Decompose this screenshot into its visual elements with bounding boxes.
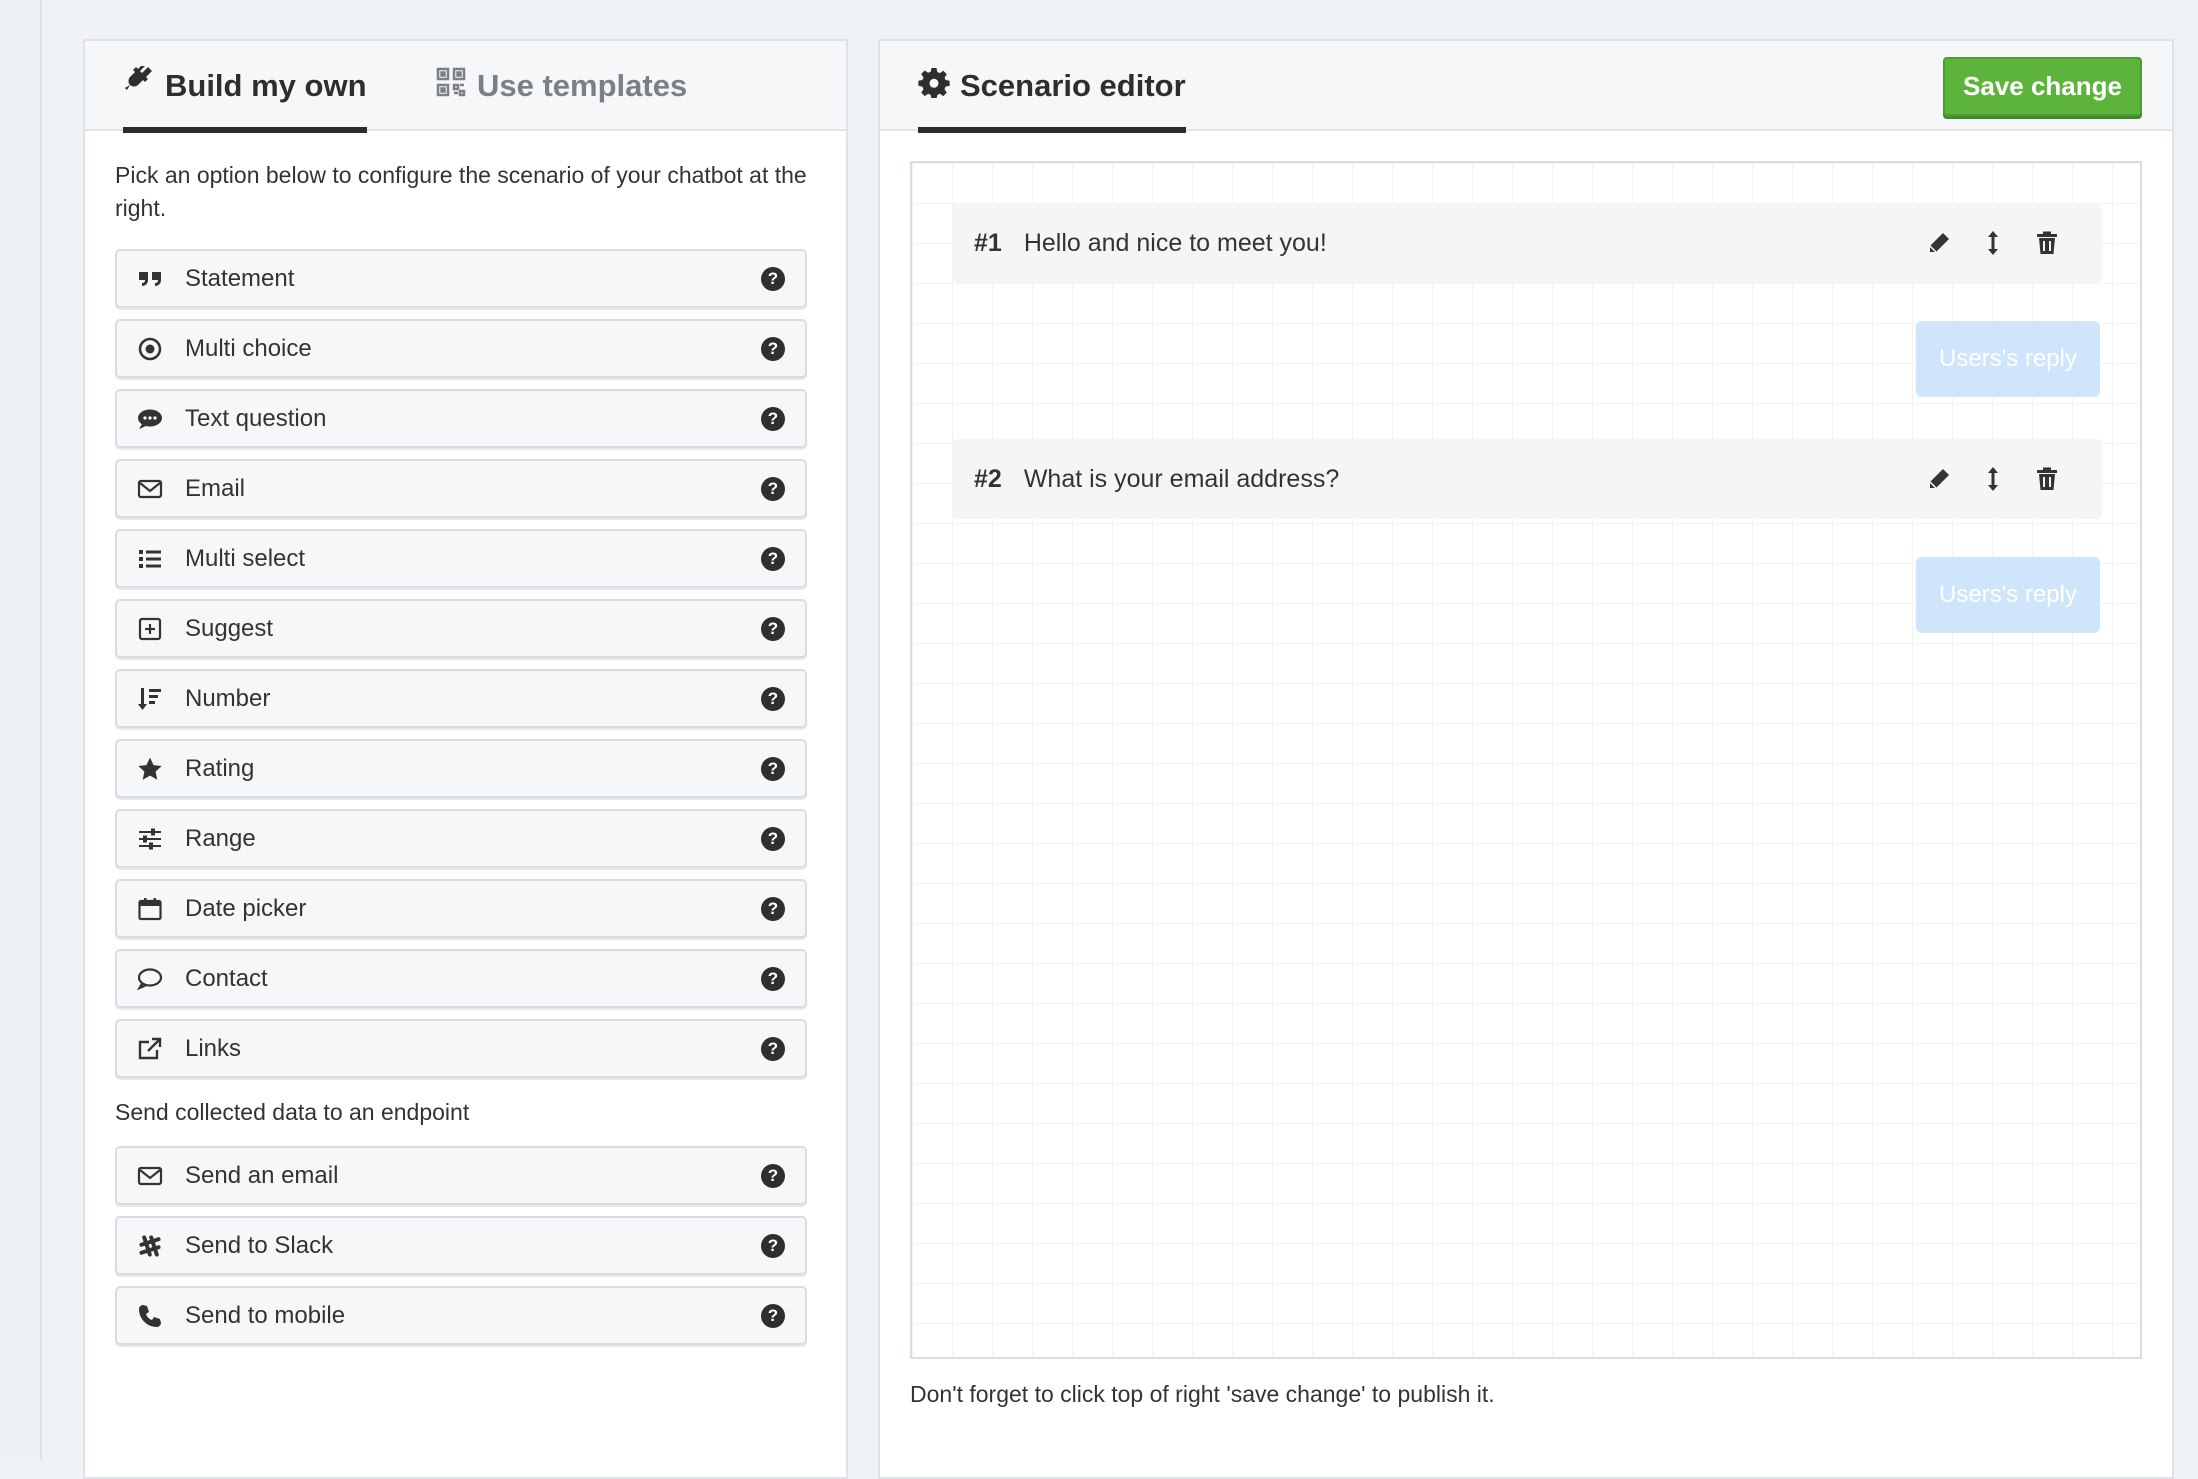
slack-icon bbox=[135, 1231, 165, 1261]
list-icon bbox=[135, 544, 165, 574]
pencil-icon[interactable] bbox=[1924, 228, 1954, 258]
phone-icon bbox=[135, 1301, 165, 1331]
message-text: Hello and nice to meet you! bbox=[1023, 228, 1327, 257]
option-multi-choice[interactable]: Multi choice ? bbox=[115, 319, 807, 378]
option-label: Send to Slack bbox=[185, 1231, 334, 1259]
help-icon[interactable]: ? bbox=[761, 1233, 785, 1258]
pencil-icon[interactable] bbox=[1924, 464, 1954, 494]
scenario-panel-header: Scenario editor Save change bbox=[880, 41, 2172, 133]
option-label: Rating bbox=[185, 754, 255, 782]
publish-note: Don't forget to click top of right 'save… bbox=[910, 1381, 1495, 1407]
scenario-panel: Scenario editor Save change #1 Hello and… bbox=[878, 39, 2174, 1479]
help-icon[interactable]: ? bbox=[761, 476, 785, 501]
user-reply-placeholder[interactable]: Users's reply bbox=[1916, 321, 2100, 397]
trash-icon[interactable] bbox=[2032, 464, 2062, 494]
option-label: Range bbox=[185, 824, 256, 852]
help-icon[interactable]: ? bbox=[761, 1303, 785, 1328]
help-icon[interactable]: ? bbox=[761, 266, 785, 291]
message-actions bbox=[1924, 464, 2062, 494]
quote-icon bbox=[135, 264, 165, 294]
qrcode-icon bbox=[435, 66, 467, 106]
scenario-canvas: #1 Hello and nice to meet you! Users's r… bbox=[910, 161, 2142, 1359]
help-icon[interactable]: ? bbox=[761, 616, 785, 641]
move-vertical-icon[interactable] bbox=[1978, 464, 2008, 494]
star-icon bbox=[135, 754, 165, 784]
option-rating[interactable]: Rating ? bbox=[115, 739, 807, 798]
option-label: Links bbox=[185, 1034, 242, 1062]
option-label: Send to mobile bbox=[185, 1301, 346, 1329]
radio-icon bbox=[135, 334, 165, 364]
help-icon[interactable]: ? bbox=[761, 756, 785, 781]
message-number: #2 bbox=[974, 464, 1002, 493]
help-icon[interactable]: ? bbox=[761, 826, 785, 851]
help-icon[interactable]: ? bbox=[761, 406, 785, 431]
user-reply-placeholder[interactable]: Users's reply bbox=[1916, 557, 2100, 633]
option-label: Contact bbox=[185, 964, 268, 992]
option-label: Multi choice bbox=[185, 334, 312, 362]
help-icon[interactable]: ? bbox=[761, 1163, 785, 1188]
intro-text: Pick an option below to configure the sc… bbox=[115, 162, 807, 221]
help-icon[interactable]: ? bbox=[761, 546, 785, 571]
envelope-icon bbox=[135, 474, 165, 504]
option-email[interactable]: Email ? bbox=[115, 459, 807, 518]
tab-use-templates-label: Use templates bbox=[477, 68, 688, 103]
option-label: Statement bbox=[185, 264, 295, 292]
message-actions bbox=[1924, 228, 2062, 258]
plug-icon bbox=[123, 63, 155, 106]
message-number: #1 bbox=[974, 228, 1002, 257]
option-send-mobile[interactable]: Send to mobile ? bbox=[115, 1286, 807, 1345]
left-rail bbox=[0, 0, 42, 1460]
envelope-icon bbox=[135, 1161, 165, 1191]
option-list: Statement ? Multi choice ? Text question… bbox=[115, 249, 807, 1089]
sort-number-icon bbox=[135, 684, 165, 714]
scenario-message: #1 Hello and nice to meet you! bbox=[952, 203, 2102, 283]
tab-build-my-own[interactable]: Build my own bbox=[123, 41, 367, 133]
option-label: Number bbox=[185, 684, 271, 712]
gear-icon bbox=[918, 66, 950, 106]
external-link-icon bbox=[135, 1034, 165, 1064]
option-links[interactable]: Links ? bbox=[115, 1019, 807, 1078]
tab-scenario-editor[interactable]: Scenario editor bbox=[918, 41, 1186, 133]
tab-build-my-own-label: Build my own bbox=[165, 68, 367, 103]
message-text: What is your email address? bbox=[1023, 464, 1340, 493]
option-statement[interactable]: Statement ? bbox=[115, 249, 807, 308]
tab-use-templates[interactable]: Use templates bbox=[435, 41, 687, 131]
option-date-picker[interactable]: Date picker ? bbox=[115, 879, 807, 938]
plus-square-icon bbox=[135, 614, 165, 644]
build-panel-header: Build my own Use templates bbox=[85, 41, 846, 133]
move-vertical-icon[interactable] bbox=[1978, 228, 2008, 258]
option-label: Suggest bbox=[185, 614, 274, 642]
help-icon[interactable]: ? bbox=[761, 1036, 785, 1061]
option-number[interactable]: Number ? bbox=[115, 669, 807, 728]
trash-icon[interactable] bbox=[2032, 228, 2062, 258]
option-label: Text question bbox=[185, 404, 327, 432]
scenario-message: #2 What is your email address? bbox=[952, 439, 2102, 519]
help-icon[interactable]: ? bbox=[761, 336, 785, 361]
help-icon[interactable]: ? bbox=[761, 896, 785, 921]
calendar-icon bbox=[135, 894, 165, 924]
option-text-question[interactable]: Text question ? bbox=[115, 389, 807, 448]
option-multi-select[interactable]: Multi select ? bbox=[115, 529, 807, 588]
option-send-slack[interactable]: Send to Slack ? bbox=[115, 1216, 807, 1275]
option-contact[interactable]: Contact ? bbox=[115, 949, 807, 1008]
comment-icon bbox=[135, 404, 165, 434]
option-label: Multi select bbox=[185, 544, 306, 572]
help-icon[interactable]: ? bbox=[761, 686, 785, 711]
sliders-icon bbox=[135, 824, 165, 854]
option-send-email[interactable]: Send an email ? bbox=[115, 1146, 807, 1205]
speech-bubble-icon bbox=[135, 964, 165, 994]
option-label: Date picker bbox=[185, 894, 307, 922]
endpoint-list: Send an email ? Send to Slack ? Send to … bbox=[115, 1146, 807, 1356]
option-range[interactable]: Range ? bbox=[115, 809, 807, 868]
tab-scenario-editor-label: Scenario editor bbox=[960, 68, 1186, 103]
endpoint-section-label: Send collected data to an endpoint bbox=[115, 1099, 470, 1125]
option-label: Email bbox=[185, 474, 246, 502]
option-suggest[interactable]: Suggest ? bbox=[115, 599, 807, 658]
option-label: Send an email bbox=[185, 1161, 339, 1189]
help-icon[interactable]: ? bbox=[761, 966, 785, 991]
save-change-button[interactable]: Save change bbox=[1943, 57, 2142, 116]
build-panel: Build my own Use templates Pick an optio… bbox=[83, 39, 848, 1479]
